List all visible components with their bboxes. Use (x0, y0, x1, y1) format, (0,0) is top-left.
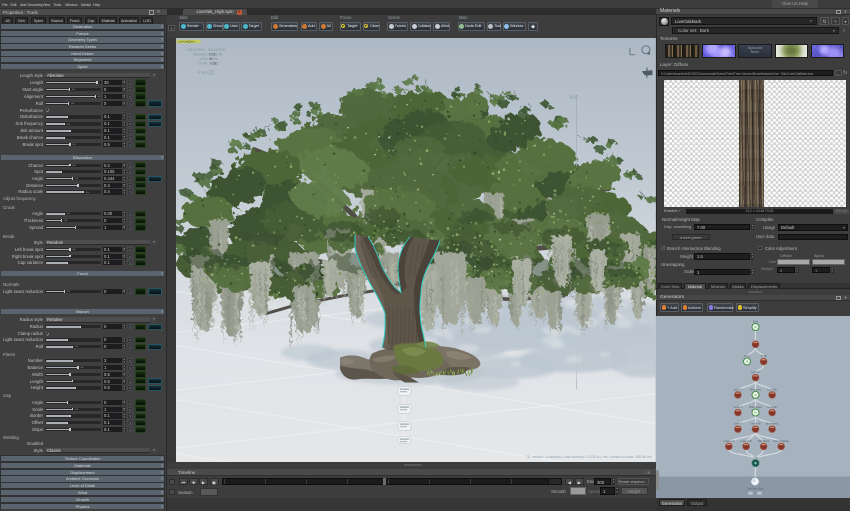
svg-text:Branches: Branches (750, 387, 762, 391)
svg-text:Leaves B: Leaves B (741, 438, 752, 442)
svg-text:SpanishMoss: SpanishMoss (773, 438, 789, 442)
svg-text:Branches3: Branches3 (766, 421, 779, 425)
svg-text:LoDs: 80 tris: LoDs: 80 tris (200, 57, 219, 61)
svg-text:LiveOakBark: LiveOakBark (178, 39, 196, 43)
svg-text:Level 4: Level 4 (734, 421, 743, 425)
svg-text:LiveOak_High: LiveOak_High (747, 486, 764, 490)
svg-text:TOTAL: 4,581: TOTAL: 4,581 (198, 61, 218, 65)
svg-text:# Verts: # Verts (198, 70, 208, 74)
svg-text:Knot: Knot (744, 353, 750, 357)
svg-text:Level 2: Level 2 (734, 387, 743, 391)
svg-text:Selection: 4,581 tris: Selection: 4,581 tris (193, 52, 222, 56)
svg-text:Level 3b: Level 3b (767, 404, 777, 408)
svg-text:POLYGONS - SELECTED: POLYGONS - SELECTED (187, 48, 226, 52)
svg-text:Leaves A: Leaves A (723, 438, 734, 442)
svg-text:Level 3: Level 3 (734, 404, 743, 408)
svg-text:Tree: Tree (753, 319, 759, 323)
svg-text:Branches2: Branches2 (749, 404, 762, 408)
svg-text:GL vendor: 4 frame(s); Last ti: GL vendor: 4 frame(s); Last timestep: 0.… (527, 455, 653, 459)
svg-text:Ball Moss: Ball Moss (758, 438, 770, 442)
svg-text:Cap: Cap (753, 455, 758, 459)
svg-text:Trunk: Trunk (760, 353, 767, 357)
svg-text:Level 1: Level 1 (751, 370, 760, 374)
svg-text:9.07: 9.07 (570, 94, 579, 99)
svg-text:Level 4b: Level 4b (751, 421, 761, 425)
svg-text:Level 2b: Level 2b (767, 387, 777, 391)
